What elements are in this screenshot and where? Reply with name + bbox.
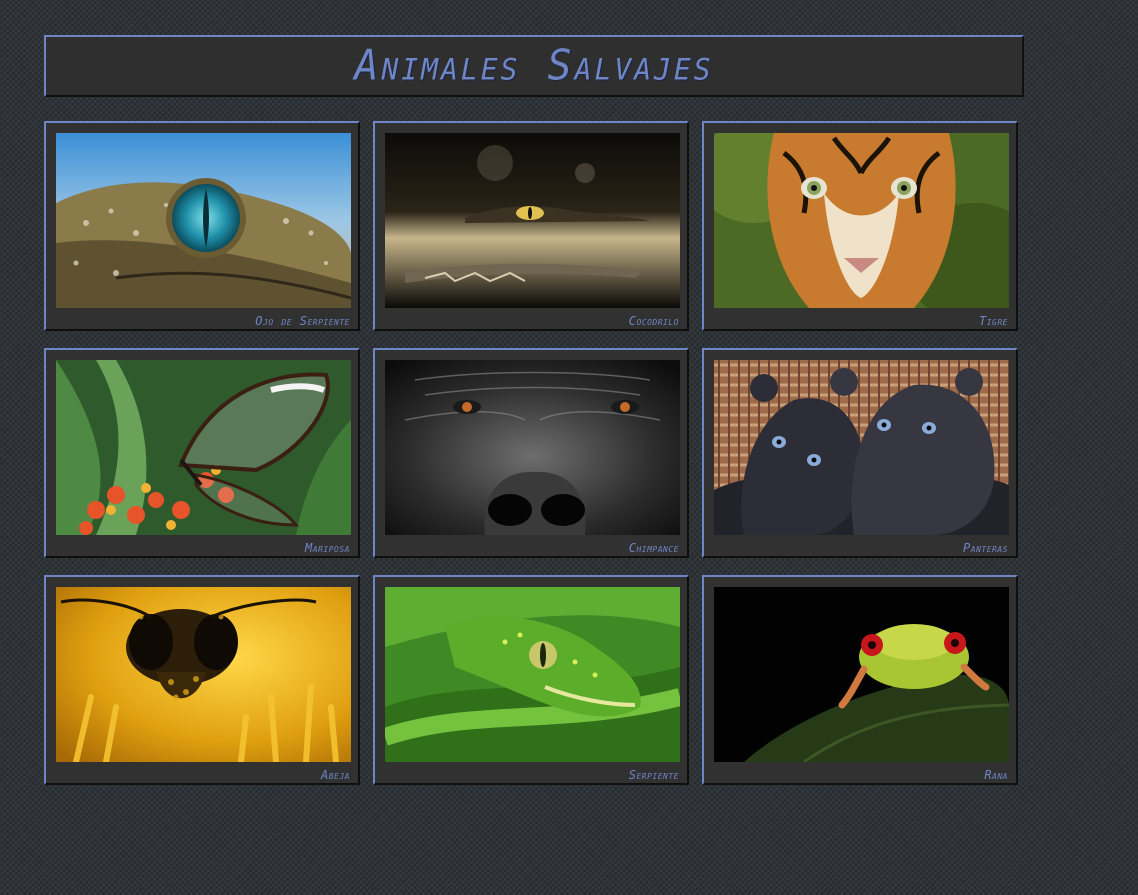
gallery-card-cocodrilo[interactable]: Cocodrilo	[373, 121, 689, 331]
gorilla-photo[interactable]	[385, 360, 680, 535]
gallery-caption: Abeja	[321, 768, 350, 782]
gallery-card-ojo-de-serpiente[interactable]: Ojo de Serpiente	[44, 121, 360, 331]
gallery-card-serpiente[interactable]: Serpiente	[373, 575, 689, 785]
gallery-card-rana[interactable]: Rana	[702, 575, 1018, 785]
title-banner: Animales Salvajes	[44, 35, 1024, 97]
gallery-caption: Serpiente	[628, 768, 679, 782]
gallery-caption: Panteras	[963, 541, 1008, 555]
butterfly-photo[interactable]	[56, 360, 351, 535]
gallery-card-panteras[interactable]: Panteras	[702, 348, 1018, 558]
gallery-caption: Cocodrilo	[628, 314, 679, 328]
gallery-caption: Chimpance	[628, 541, 679, 555]
panther-cubs-photo[interactable]	[714, 360, 1009, 535]
gallery-card-chimpance[interactable]: Chimpance	[373, 348, 689, 558]
gallery-card-tigre[interactable]: Tigre	[702, 121, 1018, 331]
gallery-card-abeja[interactable]: Abeja	[44, 575, 360, 785]
gallery-card-mariposa[interactable]: Mariposa	[44, 348, 360, 558]
gallery-caption: Mariposa	[305, 541, 350, 555]
gallery-caption: Rana	[984, 768, 1008, 782]
bee-photo[interactable]	[56, 587, 351, 762]
crocodile-photo[interactable]	[385, 133, 680, 308]
gallery-caption: Ojo de Serpiente	[255, 314, 350, 328]
page-title: Animales Salvajes	[354, 41, 714, 91]
gecko-eye-photo[interactable]	[56, 133, 351, 308]
tiger-photo[interactable]	[714, 133, 1009, 308]
frog-photo[interactable]	[714, 587, 1009, 762]
gallery-caption: Tigre	[979, 314, 1008, 328]
green-snake-photo[interactable]	[385, 587, 680, 762]
